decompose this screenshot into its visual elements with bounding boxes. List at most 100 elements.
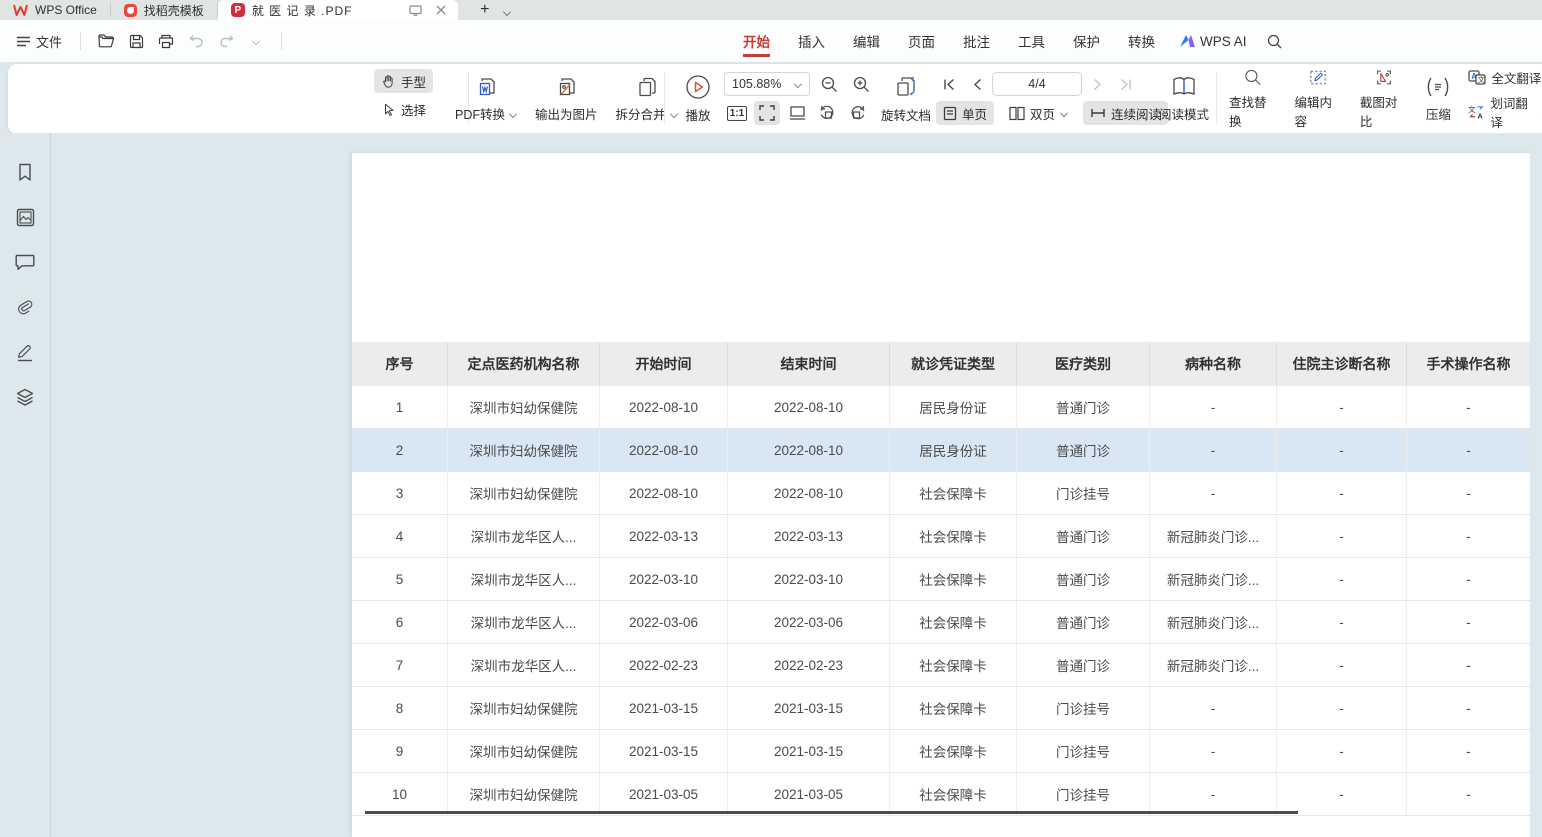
edit-content-button[interactable]: 编辑内容: [1285, 68, 1350, 130]
table-row[interactable]: 5深圳市龙华区人...2022-03-102022-03-10社会保障卡普通门诊…: [352, 558, 1530, 601]
pdf-convert-button[interactable]: PDF转换: [446, 68, 526, 130]
fit-page-button[interactable]: [754, 101, 780, 125]
table-row[interactable]: 2深圳市妇幼保健院2022-08-102022-08-10居民身份证普通门诊--…: [352, 429, 1530, 472]
tab-docer-templates[interactable]: 找稻壳模板: [111, 0, 217, 20]
layers-icon[interactable]: [12, 384, 38, 410]
table-row[interactable]: 3深圳市妇幼保健院2022-08-102022-08-10社会保障卡门诊挂号--…: [352, 472, 1530, 515]
table-cell: 门诊挂号: [1017, 773, 1150, 815]
attachments-icon[interactable]: [12, 294, 38, 320]
table-cell: 深圳市妇幼保健院: [448, 429, 600, 471]
single-page-button[interactable]: 单页: [936, 101, 994, 125]
table-cell: 2021-03-15: [600, 687, 728, 729]
table-cell: 社会保障卡: [890, 773, 1017, 815]
thumbnails-icon[interactable]: [12, 204, 38, 230]
ribbon-tab-page[interactable]: 页面: [894, 20, 949, 62]
sign-pen-icon[interactable]: [12, 339, 38, 365]
table-cell: 社会保障卡: [890, 730, 1017, 772]
single-page-icon: [943, 106, 957, 121]
table-cell: -: [1277, 644, 1407, 686]
pdf-page[interactable]: 序号定点医药机构名称开始时间结束时间就诊凭证类型医疗类别病种名称住院主诊断名称手…: [352, 153, 1530, 837]
double-page-button[interactable]: 双页: [1002, 101, 1075, 125]
table-row[interactable]: 6深圳市龙华区人...2022-03-062022-03-06社会保障卡普通门诊…: [352, 601, 1530, 644]
table-cell: 门诊挂号: [1017, 730, 1150, 772]
tab-list-chevron-icon[interactable]: [498, 2, 516, 22]
hand-tool-button[interactable]: 手型: [374, 69, 433, 93]
table-row[interactable]: 8深圳市妇幼保健院2021-03-152021-03-15社会保障卡门诊挂号--…: [352, 687, 1530, 730]
word-translate-button[interactable]: 文A 划词翻译: [1468, 93, 1542, 131]
split-merge-button[interactable]: 拆分合并: [607, 68, 687, 130]
table-cell: 普通门诊: [1017, 386, 1150, 428]
chevron-down-icon: [794, 80, 802, 88]
first-page-icon[interactable]: [936, 72, 962, 96]
full-translate-button[interactable]: A文 全文翻译: [1468, 68, 1542, 87]
table-cell: -: [1407, 730, 1530, 772]
last-page-icon[interactable]: [1112, 72, 1138, 96]
zoom-level-combo[interactable]: 105.88%: [724, 72, 810, 96]
redo-icon[interactable]: [213, 28, 239, 54]
ribbon-tab-insert[interactable]: 插入: [784, 20, 839, 62]
hand-tool-label: 手型: [401, 72, 426, 91]
table-cell: 2021-03-15: [728, 730, 890, 772]
select-tool-button[interactable]: 选择: [374, 97, 433, 121]
ribbon-tabs: 开始 插入 编辑 页面 批注 工具 保护 转换 WPS AI: [729, 20, 1292, 62]
search-icon[interactable]: [1257, 34, 1292, 49]
table-header-cell: 定点医药机构名称: [448, 342, 600, 386]
zoom-out-icon[interactable]: [816, 72, 842, 96]
menu-bar: 文件 开始 插入 编辑 页面 批注 工具 保护 转换 WPS AI: [0, 20, 1542, 62]
quick-access-group: 文件: [0, 28, 290, 55]
divider: [664, 72, 665, 124]
table-cell: -: [1150, 773, 1277, 815]
print-icon[interactable]: [153, 28, 179, 54]
open-folder-icon[interactable]: [93, 28, 119, 54]
table-cell: -: [1150, 730, 1277, 772]
play-button[interactable]: 播放: [676, 68, 720, 130]
ribbon-tab-comment[interactable]: 批注: [949, 20, 1004, 62]
table-row[interactable]: 4深圳市龙华区人...2022-03-132022-03-13社会保障卡普通门诊…: [352, 515, 1530, 558]
table-cell: 7: [352, 644, 448, 686]
prev-page-icon[interactable]: [964, 72, 990, 96]
actual-size-button[interactable]: 1:1: [724, 101, 750, 125]
table-cell: 2022-03-06: [600, 601, 728, 643]
file-menu-button[interactable]: 文件: [10, 28, 68, 55]
screen-cast-icon[interactable]: [407, 0, 425, 20]
ribbon-tab-protect[interactable]: 保护: [1059, 20, 1114, 62]
table-cell: 居民身份证: [890, 386, 1017, 428]
svg-text:文: 文: [1468, 104, 1476, 114]
bookmarks-icon[interactable]: [12, 159, 38, 185]
tab-document-pdf[interactable]: P 就 医 记 录 .PDF: [218, 0, 458, 20]
ribbon-tab-tools[interactable]: 工具: [1004, 20, 1059, 62]
ribbon-tab-edit[interactable]: 编辑: [839, 20, 894, 62]
rotate-document-button[interactable]: 旋转文档: [872, 68, 940, 130]
table-row[interactable]: 1深圳市妇幼保健院2022-08-102022-08-10居民身份证普通门诊--…: [352, 386, 1530, 429]
screenshot-compare-button[interactable]: 截图对比: [1351, 68, 1416, 130]
undo-icon[interactable]: [183, 28, 209, 54]
table-cell: 深圳市妇幼保健院: [448, 730, 600, 772]
new-tab-button[interactable]: +: [472, 0, 498, 20]
wps-ai-button[interactable]: WPS AI: [1169, 34, 1257, 49]
close-tab-icon[interactable]: [432, 0, 450, 20]
export-image-button[interactable]: 输出为图片: [526, 68, 607, 130]
table-row[interactable]: 9深圳市妇幼保健院2021-03-152021-03-15社会保障卡门诊挂号--…: [352, 730, 1530, 773]
history-chevron-icon[interactable]: [243, 28, 269, 54]
table-cell: 深圳市龙华区人...: [448, 601, 600, 643]
compress-button[interactable]: 压缩: [1416, 68, 1460, 130]
table-cell: 社会保障卡: [890, 644, 1017, 686]
table-row[interactable]: 7深圳市龙华区人...2022-02-232022-02-23社会保障卡普通门诊…: [352, 644, 1530, 687]
zoom-in-icon[interactable]: [848, 72, 874, 96]
ribbon-tab-convert[interactable]: 转换: [1114, 20, 1169, 62]
page-indicator-input[interactable]: 4/4: [992, 72, 1082, 96]
table-cell: 2021-03-05: [600, 773, 728, 815]
ribbon-tab-home[interactable]: 开始: [729, 20, 784, 62]
next-page-icon[interactable]: [1084, 72, 1110, 96]
read-mode-button[interactable]: 阅读模式: [1150, 68, 1218, 130]
rotate-left-icon[interactable]: [814, 101, 840, 125]
table-row[interactable]: 10深圳市妇幼保健院2021-03-052021-03-05社会保障卡门诊挂号-…: [352, 773, 1530, 816]
fit-width-button[interactable]: [784, 101, 810, 125]
find-replace-button[interactable]: 查找替换: [1220, 68, 1285, 130]
table-cell: 10: [352, 773, 448, 815]
comments-icon[interactable]: [12, 249, 38, 275]
table-cell: 普通门诊: [1017, 601, 1150, 643]
tab-wps-office[interactable]: WPS Office: [0, 0, 110, 20]
save-icon[interactable]: [123, 28, 149, 54]
rotate-right-icon[interactable]: [844, 101, 870, 125]
